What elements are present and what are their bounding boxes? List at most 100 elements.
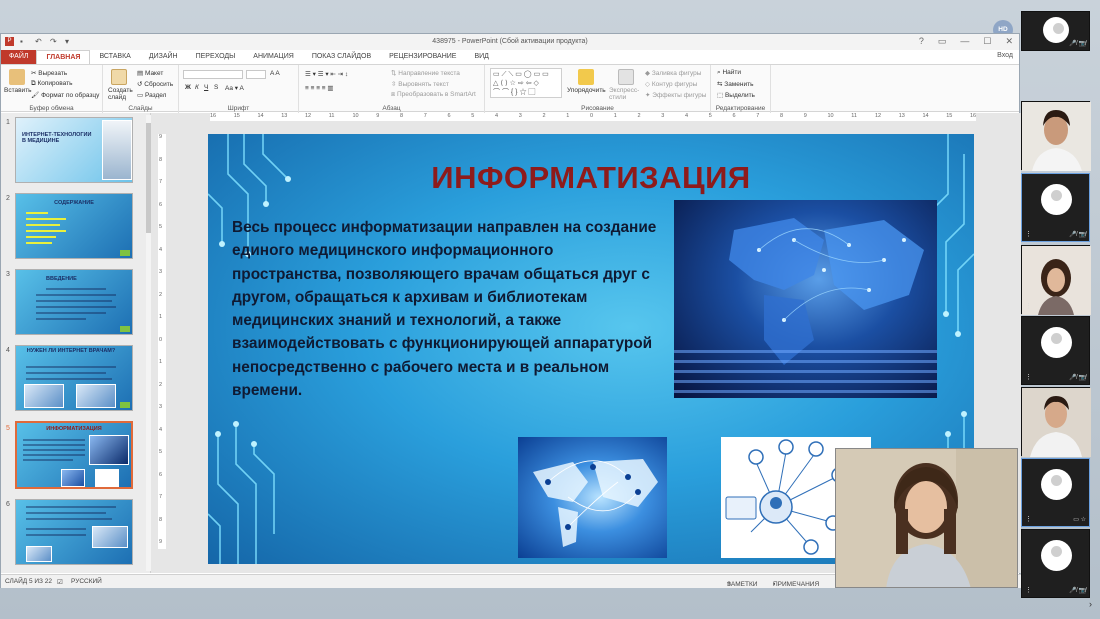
align-icons[interactable]: ≡ ≡ ≡ ≡ ▥ — [305, 84, 334, 92]
ruler-tick: 9 — [159, 539, 163, 545]
thumbnail-number: 4 — [6, 347, 10, 354]
ribbon-tabs: ФАЙЛ ГЛАВНАЯ ВСТАВКА ДИЗАЙН ПЕРЕХОДЫ АНИ… — [1, 50, 1019, 64]
arrange-button[interactable]: Упорядочить — [567, 87, 606, 94]
slide-title[interactable]: ИНФОРМАТИЗАЦИЯ — [208, 160, 974, 196]
muted-mic-camera-icon: 🎤̸ 📷̸ — [1069, 375, 1086, 381]
paste-icon[interactable] — [9, 69, 25, 85]
slide-thumbnail-5[interactable]: ИНФОРМАТИЗАЦИЯ — [15, 421, 133, 489]
new-slide-button[interactable]: Создать слайд — [108, 87, 134, 101]
tab-slideshow[interactable]: ПОКАЗ СЛАЙДОВ — [303, 50, 380, 64]
shape-outline-button[interactable]: ◇ Контур фигуры — [645, 80, 697, 88]
thumbnails-scrollbar[interactable] — [146, 115, 151, 571]
ribbon-display-icon[interactable]: ▭ — [938, 36, 947, 47]
more-options-icon[interactable]: ⋮ — [1025, 230, 1032, 238]
section-button[interactable]: ▭ Раздел — [137, 91, 166, 99]
font-color-icon[interactable]: Aa ▾ A — [225, 84, 244, 92]
shapes-gallery[interactable]: ▭ ⟋ ⟍ ▭ ◯ ▭ ▭ △ ⟨ ⟩ ☆ ⇨ ⇦ ◇ ⌒ ⌒ { } ☆ ▢ — [490, 68, 562, 98]
participant-tile-7[interactable]: ⋮ ▭ ☆ — [1021, 458, 1090, 527]
thumbnail-number: 1 — [6, 119, 10, 126]
tab-transitions[interactable]: ПЕРЕХОДЫ — [187, 50, 245, 64]
layout-button[interactable]: ▤ Макет — [137, 69, 163, 77]
maximize-icon[interactable]: ☐ — [983, 36, 991, 47]
font-size-select[interactable] — [246, 70, 266, 79]
participant-tile-6[interactable] — [1021, 387, 1091, 457]
more-options-icon[interactable]: ⋮ — [1025, 586, 1032, 594]
quick-styles-icon[interactable] — [618, 69, 634, 85]
tab-view[interactable]: ВИД — [465, 50, 497, 64]
participant-tile-3[interactable]: ⋮ 🎤̸ 📷̸ — [1021, 173, 1090, 242]
shape-fill-button[interactable]: ◆ Заливка фигуры — [645, 69, 701, 77]
more-options-icon[interactable]: ⋮ — [1025, 302, 1032, 310]
slide-thumbnail-2[interactable]: СОДЕРЖАНИЕ — [15, 193, 133, 259]
sign-in-link[interactable]: Вход — [997, 52, 1013, 59]
participant-tile-2[interactable] — [1021, 101, 1091, 171]
font-grow-icon[interactable]: A A — [270, 70, 280, 77]
ruler-tick: 1 — [159, 359, 163, 365]
thumbnail-number: 6 — [6, 501, 10, 508]
participant-tile-8[interactable]: ⋮ 🎤̸ 📷̸ — [1021, 529, 1090, 598]
arrange-icon[interactable] — [578, 69, 594, 85]
digital-map-image[interactable] — [674, 200, 937, 398]
presenter-webcam[interactable] — [835, 448, 1018, 588]
chevron-right-icon[interactable]: › — [1089, 599, 1092, 609]
bold-icon[interactable]: Ж — [185, 84, 191, 91]
tab-file[interactable]: ФАЙЛ — [1, 50, 37, 64]
slide-body-text[interactable]: Весь процесс информатизации направлен на… — [232, 216, 664, 402]
cut-button[interactable]: ✂ Вырезать — [31, 69, 67, 77]
reset-button[interactable]: ↺ Сбросить — [137, 80, 173, 88]
find-button[interactable]: ⌕ Найти — [717, 69, 741, 77]
slide-thumbnail-1[interactable]: ИНТЕРНЕТ-ТЕХНОЛОГИИ В МЕДИЦИНЕ — [15, 117, 133, 183]
ruler-tick: 4 — [495, 113, 499, 119]
tab-review[interactable]: РЕЦЕНЗИРОВАНИЕ — [380, 50, 465, 64]
select-button[interactable]: ⬚ Выделить — [717, 91, 755, 99]
minimize-icon[interactable]: — — [960, 36, 969, 47]
tab-insert[interactable]: ВСТАВКА — [90, 50, 139, 64]
close-icon[interactable]: ✕ — [1005, 36, 1013, 47]
slide-thumbnail-6[interactable] — [15, 499, 133, 565]
bullets-icon[interactable]: ☰ ▾ ☰ ▾ ⇤ ⇥ ↕ — [305, 70, 348, 78]
participant-tile-5[interactable]: ⋮ 🎤̸ 📷̸ — [1021, 316, 1090, 385]
underline-icon[interactable]: Ч — [204, 84, 208, 91]
participant-tile-1[interactable]: 🎤̸ 📷̸ — [1021, 11, 1090, 51]
ruler-tick: 7 — [423, 113, 427, 119]
copy-button[interactable]: ⧉ Копировать — [31, 80, 72, 88]
font-family-select[interactable] — [183, 70, 243, 79]
scroll-thumb[interactable] — [146, 123, 151, 233]
tab-design[interactable]: ДИЗАЙН — [140, 50, 187, 64]
ruler-tick: 5 — [708, 113, 712, 119]
help-icon[interactable]: ? — [919, 36, 924, 47]
vertical-ruler: 9 8 7 6 5 4 3 2 1 0 1 2 3 4 5 6 7 8 9 — [158, 134, 166, 549]
participant-tile-4[interactable]: ⋮ — [1021, 245, 1091, 315]
shape-effects-button[interactable]: ✦ Эффекты фигуры — [645, 91, 706, 99]
smartart-button[interactable]: ⧈ Преобразовать в SmartArt — [391, 91, 476, 99]
thumbnail-image — [95, 469, 119, 487]
muted-mic-camera-icon: 🎤̸ 📷̸ — [1069, 588, 1086, 594]
ruler-tick: 7 — [159, 494, 163, 500]
format-painter-button[interactable]: 🖌 Формат по образцу — [31, 91, 99, 99]
group-clipboard: Вставить ✂ Вырезать ⧉ Копировать 🖌 Форма… — [1, 65, 103, 113]
more-options-icon[interactable]: ⋮ — [1025, 373, 1032, 381]
tab-animations[interactable]: АНИМАЦИЯ — [244, 50, 303, 64]
quick-styles-button[interactable]: Экспресс-стили — [609, 87, 643, 101]
thumbnail-image — [61, 469, 85, 487]
new-slide-icon[interactable] — [111, 69, 127, 85]
align-text-button[interactable]: ⇳ Выровнять текст — [391, 80, 449, 88]
slide-thumbnail-4[interactable]: НУЖЕН ЛИ ИНТЕРНЕТ ВРАЧАМ? — [15, 345, 133, 411]
thumbnail-title: ИНТЕРНЕТ-ТЕХНОЛОГИИ В МЕДИЦИНЕ — [22, 132, 92, 144]
paste-button[interactable]: Вставить — [4, 87, 32, 94]
language-indicator[interactable]: РУССКИЙ — [71, 578, 102, 585]
ruler-tick: 8 — [780, 113, 784, 119]
replace-button[interactable]: ⇆ Заменить — [717, 80, 753, 88]
thumbnail-image — [92, 526, 128, 548]
camera-off-star-icon: ▭ ☆ — [1073, 517, 1086, 523]
fill-icon: ◆ — [645, 70, 652, 77]
world-network-image[interactable] — [518, 437, 667, 558]
strike-icon[interactable]: S — [214, 84, 218, 91]
more-options-icon[interactable]: ⋮ — [1025, 515, 1032, 523]
tab-home[interactable]: ГЛАВНАЯ — [36, 50, 91, 64]
text-direction-button[interactable]: ⇅ Направление текста — [391, 69, 460, 77]
italic-icon[interactable]: К — [195, 84, 199, 91]
ruler-tick: 8 — [400, 113, 404, 119]
spellcheck-icon[interactable]: ☑ — [57, 578, 63, 586]
slide-thumbnail-3[interactable]: ВВЕДЕНИЕ — [15, 269, 133, 335]
